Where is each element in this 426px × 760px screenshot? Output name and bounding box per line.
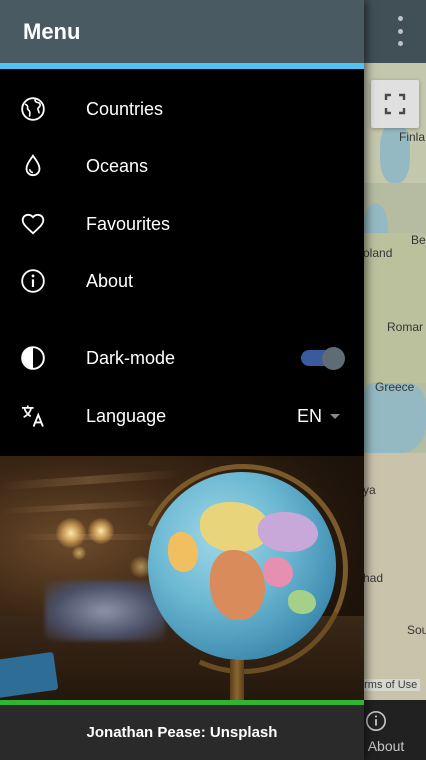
menu-item-label: Oceans: [86, 155, 149, 176]
droplet-icon: [19, 152, 47, 180]
language-select[interactable]: EN: [297, 405, 341, 427]
dark-mode-toggle[interactable]: [301, 346, 345, 370]
dark-mode-label: Dark-mode: [86, 347, 176, 368]
menu-item-label: Countries: [86, 98, 164, 119]
drawer-title: Menu: [23, 18, 81, 44]
navigation-drawer: Menu Countries Oceans Favourites About D…: [0, 0, 364, 760]
image-credit-bar: Jonathan Pease: Unsplash: [0, 705, 364, 760]
menu-item-dark-mode[interactable]: Dark-mode: [0, 330, 364, 386]
info-icon: [19, 267, 47, 295]
heart-icon: [19, 210, 47, 238]
drawer-accent-line: [0, 63, 364, 69]
menu-item-about[interactable]: About: [0, 253, 364, 309]
chevron-down-icon: [330, 413, 341, 419]
language-label: Language: [86, 405, 167, 426]
drawer-hero-image: [0, 456, 364, 700]
menu-item-favourites[interactable]: Favourites: [0, 196, 364, 252]
menu-item-language[interactable]: Language EN: [0, 388, 364, 444]
menu-item-oceans[interactable]: Oceans: [0, 138, 364, 194]
toggle-thumb: [322, 347, 345, 370]
language-value: EN: [297, 405, 323, 426]
translate-icon: [19, 402, 47, 430]
image-credit[interactable]: Jonathan Pease: Unsplash: [87, 724, 278, 741]
app-root: Finla Be oland Romar Greece ya had Sou e…: [0, 0, 426, 760]
menu-item-label: Favourites: [86, 213, 171, 234]
drawer-header: Menu: [0, 0, 364, 63]
menu-item-countries[interactable]: Countries: [0, 81, 364, 137]
contrast-icon: [19, 344, 47, 372]
menu-item-label: About: [86, 270, 134, 291]
globe-icon: [19, 95, 47, 123]
